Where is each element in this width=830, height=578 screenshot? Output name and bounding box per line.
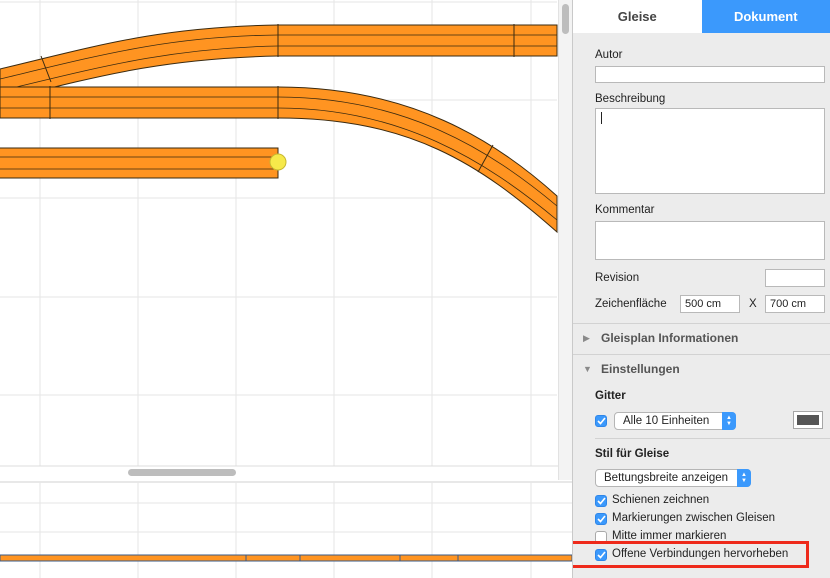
tab-dokument[interactable]: Dokument: [701, 0, 830, 33]
description-field[interactable]: [595, 108, 825, 194]
vertical-scrollbar[interactable]: [558, 0, 572, 480]
checkmark-icon: [596, 417, 606, 425]
vertical-scroll-thumb[interactable]: [562, 4, 569, 34]
disclosure-right-icon: ▶: [583, 332, 590, 343]
grid-interval-value: Alle 10 Einheiten: [623, 415, 710, 427]
section-info-label: Gleisplan Informationen: [601, 331, 739, 345]
annotation-highlight-box: [573, 541, 809, 568]
track-style-select[interactable]: Bettungsbreite anzeigen ▲ ▼: [595, 469, 751, 487]
author-label: Autor: [595, 49, 623, 61]
disclosure-down-icon: ▼: [583, 364, 592, 374]
select-stepper-icon: ▲ ▼: [722, 412, 736, 430]
grid-color-swatch: [797, 415, 819, 425]
horizontal-scroll-thumb[interactable]: [128, 469, 236, 476]
grid-label: Gitter: [595, 390, 626, 402]
description-label: Beschreibung: [595, 93, 666, 105]
track-plan-canvas[interactable]: [0, 0, 572, 578]
track-markers-label: Markierungen zwischen Gleisen: [612, 512, 775, 524]
track-straight-open-end[interactable]: [0, 147, 279, 179]
canvas-size-separator: X: [749, 298, 757, 310]
section-divider: [573, 354, 830, 355]
section-divider: [573, 323, 830, 324]
canvas-width-field[interactable]: 500 cm: [680, 295, 740, 313]
text-cursor: [601, 112, 602, 124]
canvas-height-field[interactable]: 700 cm: [765, 295, 825, 313]
draw-rails-label: Schienen zeichnen: [612, 494, 710, 506]
overview-strip: [0, 481, 572, 578]
comment-field[interactable]: [595, 221, 825, 260]
select-stepper-icon: ▲ ▼: [737, 469, 751, 487]
grid-interval-select[interactable]: Alle 10 Einheiten ▲ ▼: [614, 412, 736, 430]
track-style-label: Stil für Gleise: [595, 448, 670, 460]
section-settings-label: Einstellungen: [601, 362, 680, 376]
inspector-tabs: Gleise Dokument: [573, 0, 830, 33]
open-connection-marker[interactable]: [269, 153, 287, 171]
checkmark-icon: [596, 515, 606, 523]
draw-rails-checkbox[interactable]: [595, 495, 607, 507]
grid-color-well[interactable]: [793, 411, 823, 429]
track-markers-checkbox[interactable]: [595, 513, 607, 525]
author-field[interactable]: [595, 66, 825, 83]
tab-gleise[interactable]: Gleise: [573, 0, 702, 33]
canvas-size-label: Zeichenfläche: [595, 298, 667, 310]
revision-label: Revision: [595, 272, 640, 284]
overview-track: [0, 554, 572, 562]
checkmark-icon: [596, 497, 606, 505]
section-divider: [595, 438, 830, 439]
grid-checkbox[interactable]: [595, 415, 607, 427]
track-plan-drawing[interactable]: [0, 0, 572, 578]
inspector-sidebar: Gleise Dokument Autor Beschreibung Komme…: [572, 0, 830, 578]
revision-field[interactable]: [765, 269, 825, 287]
section-info-header[interactable]: ▶ Gleisplan Informationen: [583, 331, 738, 345]
section-settings-header[interactable]: ▼ Einstellungen: [583, 362, 680, 376]
comment-label: Kommentar: [595, 204, 655, 216]
track-style-value: Bettungsbreite anzeigen: [604, 472, 729, 484]
